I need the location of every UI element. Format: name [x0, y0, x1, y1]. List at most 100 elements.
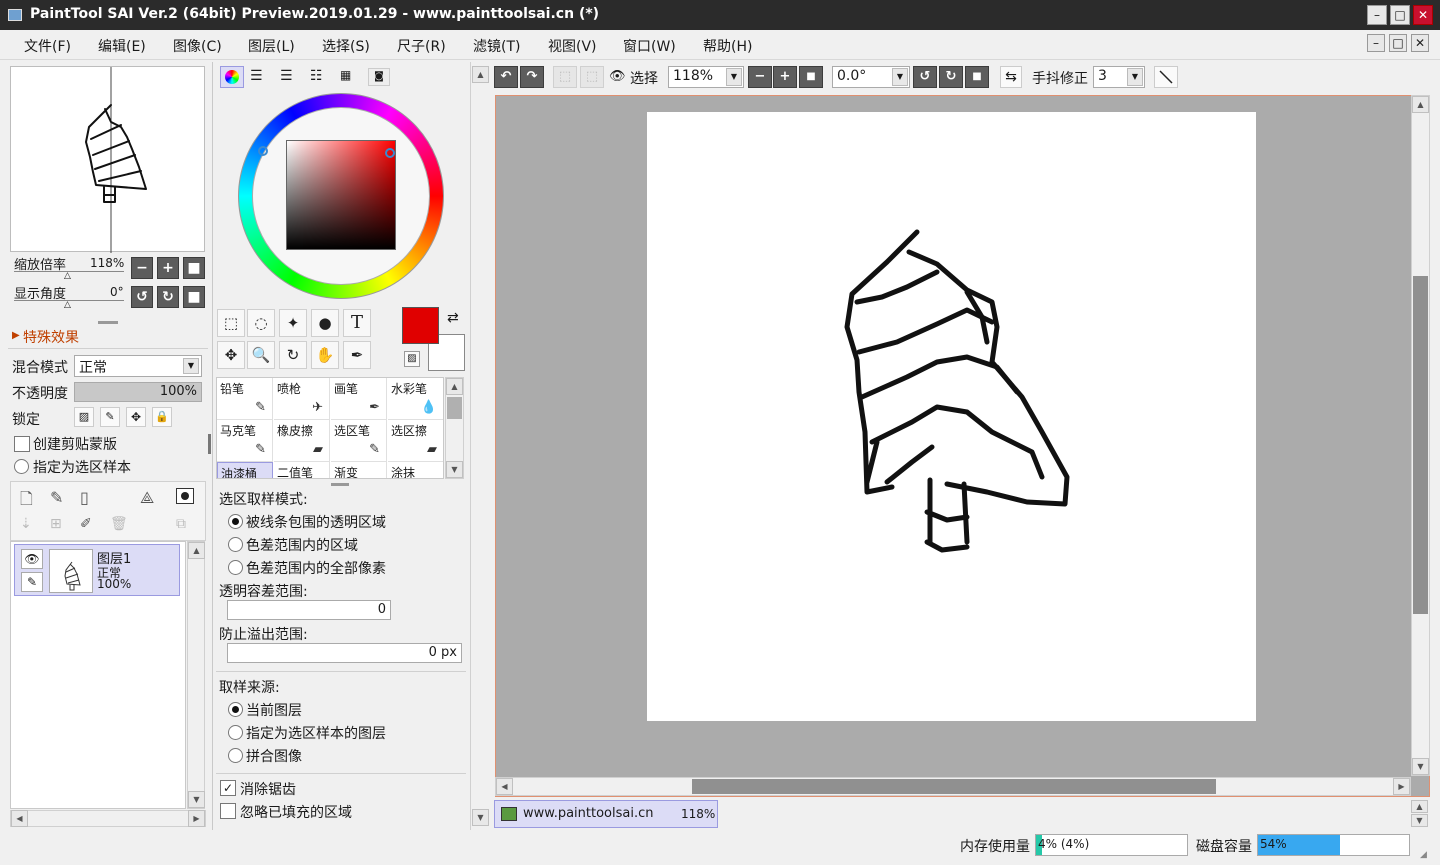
- rect-select-tool[interactable]: ⬚: [217, 309, 245, 337]
- opacity-slider[interactable]: 100%: [74, 382, 202, 402]
- eyedropper-tool[interactable]: ✒: [343, 341, 371, 369]
- brush-binary[interactable]: 二值笔: [274, 462, 330, 478]
- maximize-button[interactable]: □: [1390, 5, 1410, 25]
- toolbar-zoom-in-button[interactable]: +: [773, 66, 797, 88]
- zoom-reset-button[interactable]: ■: [183, 257, 205, 279]
- effects-expand-icon[interactable]: ▶: [12, 330, 20, 341]
- straight-line-icon[interactable]: [1154, 66, 1178, 88]
- layer-mask-icon[interactable]: [176, 488, 194, 504]
- transparent-color-icon[interactable]: ▨: [404, 351, 420, 367]
- scroll-thumb[interactable]: [447, 397, 462, 419]
- lock-move-icon[interactable]: ✥: [126, 407, 146, 427]
- brush-select-eraser[interactable]: 选区擦 ▰: [388, 420, 443, 462]
- hand-tool[interactable]: ✋: [311, 341, 339, 369]
- move-tool[interactable]: ✥: [217, 341, 245, 369]
- brush-select-pen[interactable]: 选区笔 ✎: [331, 420, 387, 462]
- angle-slider-handle[interactable]: △: [64, 300, 71, 310]
- panel-splitter[interactable]: [331, 483, 349, 486]
- doc-close-button[interactable]: ✕: [1411, 34, 1429, 52]
- hue-handle[interactable]: [258, 146, 268, 156]
- hsv-slider-tab[interactable]: ☰: [280, 68, 293, 84]
- toolbar-zoom-out-button[interactable]: −: [748, 66, 772, 88]
- sample-mode-radio-3[interactable]: [228, 560, 243, 575]
- color-wheel-tab[interactable]: [220, 66, 244, 88]
- text-tool[interactable]: T: [343, 309, 371, 337]
- brush-brush[interactable]: 画笔 ✒: [331, 378, 387, 420]
- lock-all-icon[interactable]: 🔒: [152, 407, 172, 427]
- scroll-up-button[interactable]: ▲: [472, 66, 489, 83]
- scroll-right-button[interactable]: ▶: [188, 810, 205, 827]
- rotate-right-button[interactable]: ↻: [157, 286, 179, 308]
- lock-transparency-icon[interactable]: ▨: [74, 407, 94, 427]
- source-radio-2[interactable]: [228, 725, 243, 740]
- toolbar-rotate-left-button[interactable]: ↺: [913, 66, 937, 88]
- scratchpad-tab[interactable]: ▦: [340, 68, 351, 82]
- canvas-drawing[interactable]: [647, 112, 1256, 721]
- scroll-left-button[interactable]: ◀: [11, 810, 28, 827]
- menu-edit[interactable]: 编辑(E): [98, 36, 146, 56]
- canvas-paper[interactable]: [647, 112, 1256, 721]
- brush-pencil[interactable]: 铅笔 ✎: [217, 378, 273, 420]
- new-layer-icon[interactable]: 🗋: [20, 488, 33, 515]
- scroll-down-button[interactable]: ▼: [472, 809, 489, 826]
- new-pen-layer-icon[interactable]: ✎: [50, 488, 63, 507]
- canvas-hscrollbar[interactable]: ◀ ▶: [495, 777, 1411, 796]
- sample-mode-radio-2[interactable]: [228, 537, 243, 552]
- menu-help[interactable]: 帮助(H): [703, 36, 752, 56]
- delete-layer-icon[interactable]: 🗑: [110, 516, 128, 532]
- brush-grid-scrollbar[interactable]: ▲ ▼: [445, 377, 464, 479]
- rgb-slider-tab[interactable]: ☰: [250, 68, 263, 84]
- brush-bucket[interactable]: 油漆桶: [217, 462, 273, 478]
- stabilizer-dropdown[interactable]: 3 ▼: [1093, 66, 1145, 88]
- lasso-tool[interactable]: ◌: [247, 309, 275, 337]
- menu-select[interactable]: 选择(S): [322, 36, 370, 56]
- zoom-tool[interactable]: 🔍: [247, 341, 275, 369]
- scroll-up-button[interactable]: ▲: [1411, 800, 1428, 813]
- canvas-vscrollbar[interactable]: ▲ ▼: [1411, 95, 1430, 776]
- brush-marker[interactable]: 马克笔 ✎: [217, 420, 273, 462]
- doc-minimize-button[interactable]: –: [1367, 34, 1385, 52]
- magic-wand-tool[interactable]: ✦: [279, 309, 307, 337]
- brush-watercolor[interactable]: 水彩笔 💧: [388, 378, 443, 420]
- layer-list-scrollbar[interactable]: ▲ ▼: [187, 541, 205, 809]
- resize-grip-icon[interactable]: ◢: [1420, 850, 1427, 860]
- layer-row[interactable]: 👁 ✎ 图层1 正常 100%: [14, 544, 180, 596]
- overflow-input[interactable]: 0 px: [227, 643, 462, 663]
- transfer-down-icon[interactable]: ⇣: [20, 516, 32, 532]
- new-folder-icon[interactable]: ▯: [80, 488, 89, 507]
- invert-selection-button[interactable]: ⬚: [580, 66, 604, 88]
- clipping-mask-checkbox[interactable]: [14, 436, 30, 452]
- source-radio-1[interactable]: [228, 702, 243, 717]
- document-tab[interactable]: www.painttoolsai.cn 118%: [494, 800, 718, 828]
- rotate-left-button[interactable]: ↺: [131, 286, 153, 308]
- swatches-tab[interactable]: ☷: [310, 68, 323, 84]
- flip-horizontal-icon[interactable]: ⇆: [1000, 66, 1022, 88]
- effects-label[interactable]: 特殊效果: [23, 327, 79, 347]
- toolbar-rotate-reset-button[interactable]: ■: [965, 66, 989, 88]
- minimize-button[interactable]: –: [1367, 5, 1387, 25]
- scroll-left-button[interactable]: ◀: [496, 778, 513, 795]
- lock-paint-icon[interactable]: ✎: [100, 407, 120, 427]
- zoom-dropdown[interactable]: 118% ▼: [668, 66, 744, 88]
- sv-handle[interactable]: [385, 148, 395, 158]
- brush-airbrush[interactable]: 喷枪 ✈: [274, 378, 330, 420]
- sample-mode-radio-1[interactable]: [228, 514, 243, 529]
- pencil-icon[interactable]: ✎: [21, 572, 43, 592]
- angle-dropdown[interactable]: 0.0° ▼: [832, 66, 910, 88]
- scroll-down-button[interactable]: ▼: [1412, 758, 1429, 775]
- selection-sample-radio[interactable]: [14, 459, 29, 474]
- blend-mode-select[interactable]: 正常 ▼: [74, 355, 202, 377]
- deselect-button[interactable]: ⬚: [553, 66, 577, 88]
- panel-splitter-vertical[interactable]: [208, 434, 211, 454]
- undo-button[interactable]: ↶: [494, 66, 518, 88]
- menu-filter[interactable]: 滤镜(T): [473, 36, 520, 56]
- zoom-slider-handle[interactable]: △: [64, 271, 71, 281]
- doc-restore-button[interactable]: □: [1389, 34, 1407, 52]
- scroll-down-button[interactable]: ▼: [1411, 814, 1428, 827]
- scroll-right-button[interactable]: ▶: [1393, 778, 1410, 795]
- scroll-down-button[interactable]: ▼: [446, 461, 463, 478]
- scroll-thumb[interactable]: [1413, 276, 1428, 614]
- tolerance-input[interactable]: 0: [227, 600, 391, 620]
- clear-layer-icon[interactable]: ✐: [80, 516, 92, 532]
- source-radio-3[interactable]: [228, 748, 243, 763]
